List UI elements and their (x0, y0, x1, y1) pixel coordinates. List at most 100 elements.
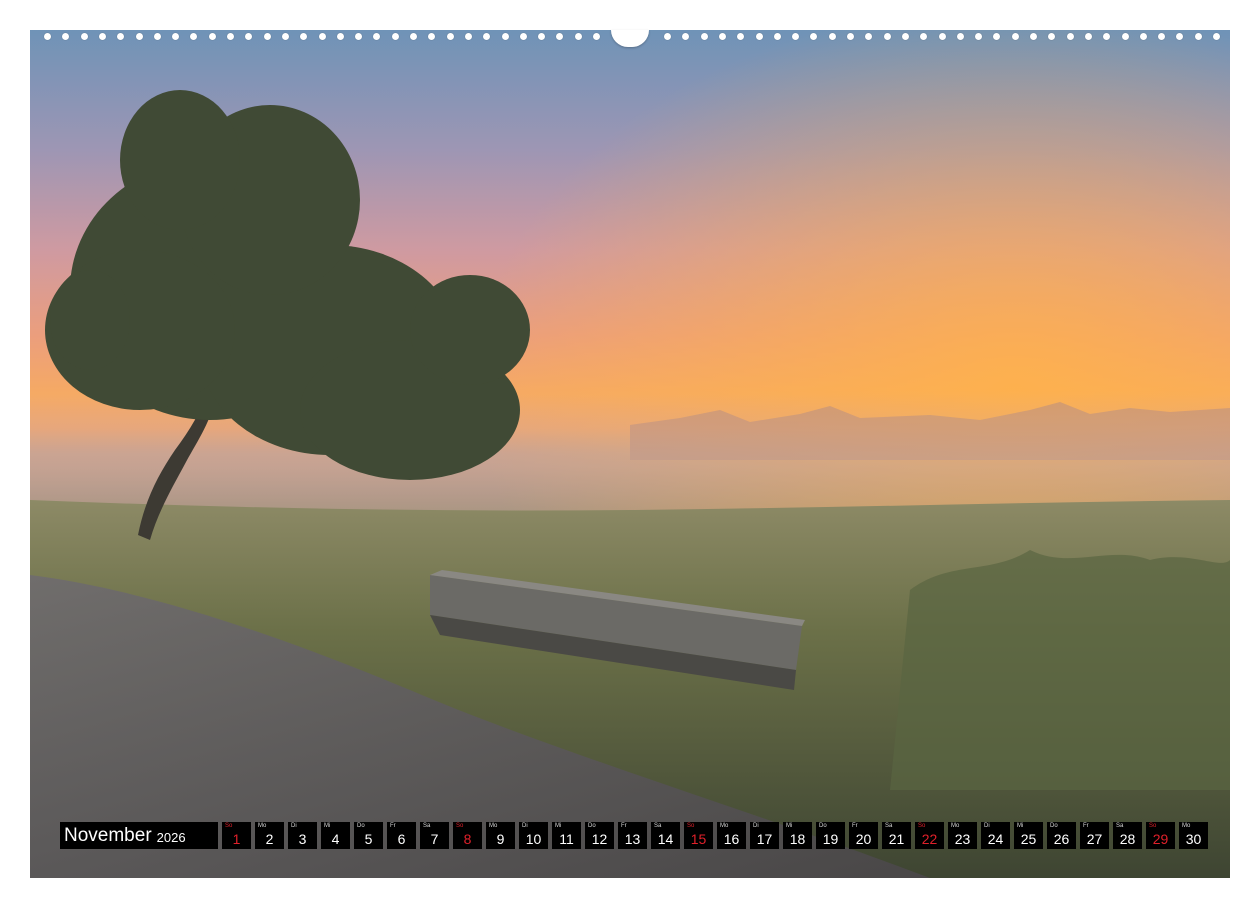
day-number: 26 (1053, 831, 1070, 847)
foggy-field-scene (30, 30, 1230, 878)
binding-hole (1066, 33, 1074, 40)
binding-hole (80, 33, 88, 40)
day-number: 13 (624, 831, 641, 847)
day-number: 23 (954, 831, 971, 847)
day-number: 30 (1185, 831, 1202, 847)
weekday-label: Mi (1017, 823, 1024, 829)
day-number: 29 (1152, 831, 1169, 847)
day-number: 15 (690, 831, 707, 847)
weekday-label: Mi (786, 823, 793, 829)
calendar-day: Di 3 (288, 822, 317, 849)
binding-hole (355, 33, 363, 40)
binding-hole (135, 33, 143, 40)
day-number: 11 (559, 831, 574, 847)
day-number: 27 (1086, 831, 1103, 847)
calendar-day: Do 5 (354, 822, 383, 849)
binding-hole (1048, 33, 1056, 40)
weekday-label: Do (357, 823, 365, 829)
binding-hole (993, 33, 1001, 40)
calendar-day: So 1 (222, 822, 251, 849)
calendar-day: Di 17 (750, 822, 779, 849)
calendar-day: Di 10 (519, 822, 548, 849)
calendar-day: Mi 11 (552, 822, 581, 849)
weekday-label: Fr (852, 823, 858, 829)
binding-hole (1176, 33, 1184, 40)
binding-hole (300, 33, 308, 40)
day-number: 19 (822, 831, 839, 847)
binding-hole (593, 33, 600, 40)
binding-hole (1084, 33, 1092, 40)
binding-hole (519, 33, 527, 40)
binding-hole (391, 33, 399, 40)
weekday-label: Mo (720, 823, 729, 829)
binding-hole (682, 33, 690, 40)
calendar-day: Fr 27 (1080, 822, 1109, 849)
day-number: 12 (591, 831, 608, 847)
binding-hole (153, 33, 161, 40)
binding-hole (792, 33, 800, 40)
weekday-label: So (687, 823, 695, 829)
month-name: November (64, 824, 152, 846)
calendar-day: Mi 4 (321, 822, 350, 849)
day-number: 21 (888, 831, 905, 847)
calendar-day: Sa 28 (1113, 822, 1142, 849)
calendar-photo (30, 30, 1230, 878)
binding-hole (956, 33, 964, 40)
weekday-label: Fr (621, 823, 627, 829)
day-number: 24 (987, 831, 1004, 847)
calendar-day: Mi 18 (783, 822, 812, 849)
weekday-label: Do (588, 823, 596, 829)
weekday-label: Do (819, 823, 827, 829)
calendar-day: Do 26 (1047, 822, 1076, 849)
day-number: 1 (232, 831, 241, 847)
month-year: 2026 (156, 830, 186, 845)
calendar-day: Mo 30 (1179, 822, 1208, 849)
day-number: 20 (855, 831, 872, 847)
day-number: 28 (1119, 831, 1136, 847)
binding-hole (700, 33, 708, 40)
binding-hole (1103, 33, 1111, 40)
binding-hole (901, 33, 909, 40)
binding-hole (828, 33, 836, 40)
weekday-label: Mo (951, 823, 960, 829)
calendar-day: Do 19 (816, 822, 845, 849)
weekday-label: Di (984, 823, 990, 829)
binding-hole (1011, 33, 1019, 40)
binding-hole (865, 33, 873, 40)
day-number: 14 (657, 831, 674, 847)
calendar-day: Sa 14 (651, 822, 680, 849)
binding-hole (446, 33, 454, 40)
binding-hole (281, 33, 289, 40)
binding-hole (208, 33, 216, 40)
calendar-day: Mi 25 (1014, 822, 1043, 849)
binding-hole (1213, 33, 1220, 40)
binding-hole (373, 33, 381, 40)
calendar-day: So 22 (915, 822, 944, 849)
binding-hole (62, 33, 70, 40)
binding-hole (737, 33, 745, 40)
weekday-label: So (918, 823, 926, 829)
binding-hole (190, 33, 198, 40)
binding-hole (117, 33, 125, 40)
binding-hole (556, 33, 564, 40)
binding-hole (1121, 33, 1129, 40)
binding-hole (98, 33, 106, 40)
calendar-day: So 15 (684, 822, 713, 849)
weekday-label: Sa (885, 823, 893, 829)
binding-hole (483, 33, 491, 40)
calendar-day: Fr 6 (387, 822, 416, 849)
binding-hole (920, 33, 928, 40)
weekday-label: Do (1050, 823, 1058, 829)
weekday-label: Mi (555, 823, 562, 829)
weekday-label: Mo (258, 823, 267, 829)
binding-hole (501, 33, 509, 40)
weekday-label: So (1149, 823, 1157, 829)
day-number: 9 (496, 831, 505, 847)
binding-hole (1030, 33, 1037, 40)
calendar-day: Mo 9 (486, 822, 515, 849)
calendar-day: Fr 13 (618, 822, 647, 849)
binding-hole (755, 33, 763, 40)
binding-hole (975, 33, 983, 40)
weekday-label: Sa (654, 823, 662, 829)
binding-hole (336, 33, 344, 40)
